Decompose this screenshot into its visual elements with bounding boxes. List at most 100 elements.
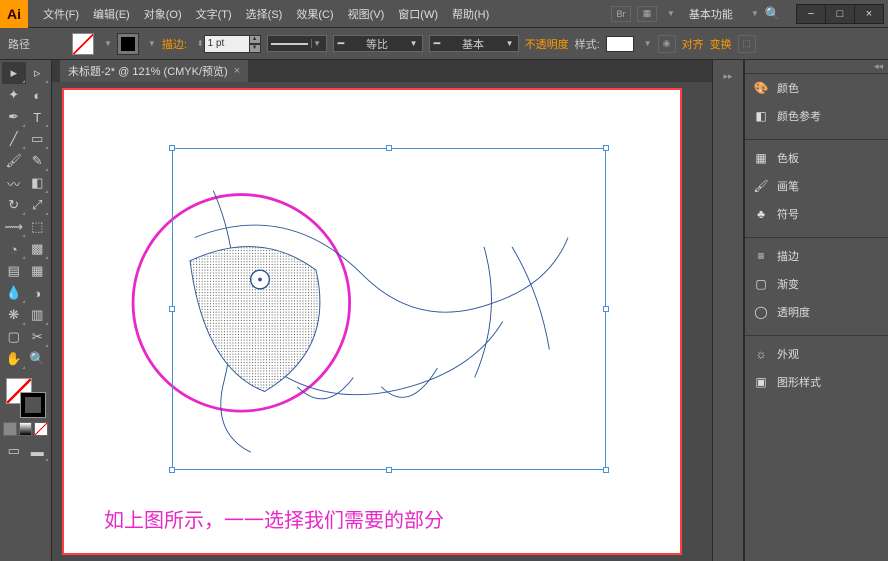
rotate-tool[interactable]: ↻: [2, 194, 26, 216]
selection-handle[interactable]: [169, 467, 175, 473]
isolate-icon[interactable]: ⬚: [738, 35, 756, 53]
brush-profile[interactable]: ━基本▼: [429, 35, 519, 52]
shape-builder-tool[interactable]: ◔: [2, 238, 26, 260]
stepper-down[interactable]: ▼: [249, 44, 261, 53]
scale-tool[interactable]: ⤢: [26, 194, 50, 216]
dd-icon[interactable]: ▼: [644, 39, 652, 48]
selection-bounds[interactable]: [172, 148, 606, 470]
selection-handle[interactable]: [386, 145, 392, 151]
menu-select[interactable]: 选择(S): [239, 6, 290, 22]
width-profile[interactable]: ━等比▼: [333, 35, 423, 52]
recolor-icon[interactable]: ◉: [658, 35, 676, 53]
menu-file[interactable]: 文件(F): [36, 6, 86, 22]
pencil-tool[interactable]: ✎: [26, 150, 50, 172]
selection-handle[interactable]: [386, 467, 392, 473]
selection-handle[interactable]: [603, 306, 609, 312]
artboard[interactable]: 如上图所示，一一选择我们需要的部分: [64, 90, 680, 553]
gradient-tool[interactable]: ▦: [26, 260, 50, 282]
stroke-label[interactable]: 描边:: [162, 36, 187, 52]
screen-mode-full[interactable]: ▬: [26, 440, 50, 462]
collapse-panels-icon[interactable]: ◂◂: [745, 60, 888, 74]
stroke-weight-input[interactable]: 1 pt: [204, 35, 250, 53]
panel-graphic-styles[interactable]: ▣图形样式: [745, 368, 888, 396]
window-maximize[interactable]: □: [825, 4, 855, 24]
column-graph-tool[interactable]: ▥: [26, 304, 50, 326]
dd-icon[interactable]: ▼: [148, 39, 156, 48]
free-transform-tool[interactable]: ⬚: [26, 216, 50, 238]
stroke-color[interactable]: [20, 392, 46, 418]
menu-help[interactable]: 帮助(H): [445, 6, 496, 22]
panel-label: 色板: [777, 150, 799, 166]
mesh-tool[interactable]: ▤: [2, 260, 26, 282]
artboard-tool[interactable]: ▢: [2, 326, 26, 348]
fill-stroke-control[interactable]: [2, 376, 49, 418]
menu-edit[interactable]: 编辑(E): [86, 6, 137, 22]
document-tab-bar: 未标题-2* @ 121% (CMYK/预览) ×: [52, 60, 712, 82]
line-tool[interactable]: ╱: [2, 128, 26, 150]
search-icon[interactable]: 🔍: [765, 6, 781, 22]
panel-color[interactable]: 🎨颜色: [745, 74, 888, 102]
lasso-tool[interactable]: ◐: [26, 84, 50, 106]
zoom-tool[interactable]: 🔍: [26, 348, 50, 370]
blend-tool[interactable]: ◑: [26, 282, 50, 304]
transform-label[interactable]: 变换: [710, 36, 732, 52]
pen-tool[interactable]: ✒: [2, 106, 26, 128]
arrange-icon[interactable]: ▦: [637, 6, 657, 22]
color-mode-gradient[interactable]: [19, 422, 33, 436]
menu-type[interactable]: 文字(T): [189, 6, 239, 22]
eyedropper-tool[interactable]: 💧: [2, 282, 26, 304]
stroke-dash-style[interactable]: ▼: [267, 35, 327, 52]
selection-handle[interactable]: [169, 145, 175, 151]
dd-icon[interactable]: ▼: [751, 9, 759, 18]
align-label[interactable]: 对齐: [682, 36, 704, 52]
canvas-viewport[interactable]: 如上图所示，一一选择我们需要的部分: [52, 82, 712, 561]
eraser-tool[interactable]: ◧: [26, 172, 50, 194]
magic-wand-tool[interactable]: ✦: [2, 84, 26, 106]
dd-icon[interactable]: ▼: [667, 9, 675, 18]
selection-handle[interactable]: [603, 467, 609, 473]
opacity-label[interactable]: 不透明度: [525, 36, 569, 52]
window-close[interactable]: ×: [854, 4, 884, 24]
blob-brush-tool[interactable]: 〰: [2, 172, 26, 194]
window-minimize[interactable]: −: [796, 4, 826, 24]
hand-tool[interactable]: ✋: [2, 348, 26, 370]
paintbrush-tool[interactable]: 🖌: [2, 150, 26, 172]
menu-object[interactable]: 对象(O): [137, 6, 189, 22]
panel-gradient[interactable]: ▢渐变: [745, 270, 888, 298]
stepper-up[interactable]: ▲: [249, 35, 261, 44]
width-tool[interactable]: ⟿: [2, 216, 26, 238]
close-icon[interactable]: ×: [234, 65, 240, 77]
panel-brushes[interactable]: 🖌画笔: [745, 172, 888, 200]
link-icon[interactable]: ⬍: [197, 39, 204, 48]
selection-handle[interactable]: [169, 306, 175, 312]
panel-stroke[interactable]: ≡描边: [745, 242, 888, 270]
panel-label: 渐变: [777, 276, 799, 292]
document-tab[interactable]: 未标题-2* @ 121% (CMYK/预览) ×: [60, 60, 248, 82]
color-mode-solid[interactable]: [3, 422, 17, 436]
fill-swatch[interactable]: [72, 33, 94, 55]
perspective-grid-tool[interactable]: ▩: [26, 238, 50, 260]
color-mode-none[interactable]: [34, 422, 48, 436]
expand-panels-icon[interactable]: ▸▸: [721, 66, 735, 86]
menu-window[interactable]: 窗口(W): [391, 6, 445, 22]
dd-icon[interactable]: ▼: [104, 39, 112, 48]
symbol-sprayer-tool[interactable]: ❋: [2, 304, 26, 326]
panel-transparency[interactable]: ◯透明度: [745, 298, 888, 326]
stroke-swatch[interactable]: [118, 34, 138, 54]
panel-appearance[interactable]: ☼外观: [745, 340, 888, 368]
panel-swatches[interactable]: ▦色板: [745, 144, 888, 172]
graphic-style-swatch[interactable]: [606, 36, 634, 52]
selection-handle[interactable]: [603, 145, 609, 151]
menu-effect[interactable]: 效果(C): [289, 6, 340, 22]
slice-tool[interactable]: ✂: [26, 326, 50, 348]
workspace-switcher[interactable]: 基本功能: [681, 6, 741, 22]
type-tool[interactable]: T: [26, 106, 50, 128]
panel-color-guide[interactable]: ◧颜色参考: [745, 102, 888, 130]
screen-mode-normal[interactable]: ▭: [2, 440, 26, 462]
panel-symbols[interactable]: ♣符号: [745, 200, 888, 228]
rectangle-tool[interactable]: ▭: [26, 128, 50, 150]
direct-selection-tool[interactable]: ▹: [26, 62, 50, 84]
selection-tool[interactable]: ▸: [2, 62, 26, 84]
menu-view[interactable]: 视图(V): [341, 6, 392, 22]
bridge-icon[interactable]: Br: [611, 6, 631, 22]
